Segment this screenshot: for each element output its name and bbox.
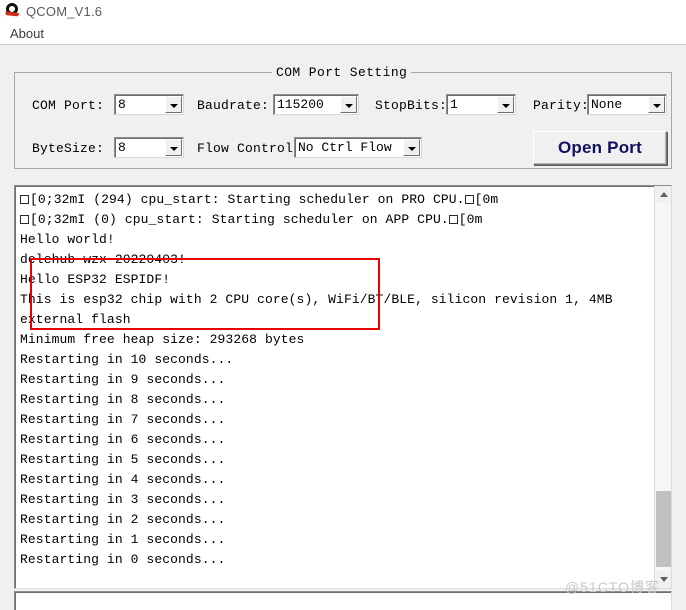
terminal-output-panel: [0;32mI (294) cpu_start: Starting schedu… <box>14 185 672 589</box>
scrollbar-track[interactable] <box>655 203 671 571</box>
flow-control-value: No Ctrl Flow <box>298 140 392 155</box>
terminal-line: Restarting in 4 seconds... <box>20 472 226 487</box>
terminal-line: Restarting in 5 seconds... <box>20 452 226 467</box>
escape-char-icon <box>464 195 474 204</box>
qcom-window: QCOM_V1.6 About COM Port Setting COM Por… <box>0 0 686 610</box>
terminal-line: Hello ESP32 ESPIDF! <box>20 272 171 287</box>
menu-item-about[interactable]: About <box>0 25 52 42</box>
stopbits-combo[interactable]: 1 <box>446 94 516 115</box>
terminal-output[interactable]: [0;32mI (294) cpu_start: Starting schedu… <box>15 186 655 588</box>
chevron-down-icon[interactable] <box>165 139 182 156</box>
open-port-button[interactable]: Open Port <box>533 131 667 165</box>
com-port-combo[interactable]: 8 <box>114 94 184 115</box>
escape-char-icon <box>448 215 458 224</box>
parity-combo[interactable]: None <box>587 94 667 115</box>
terminal-line: [0;32mI (294) cpu_start: Starting schedu… <box>20 190 653 210</box>
escape-char-icon <box>20 195 29 204</box>
terminal-line: Restarting in 9 seconds... <box>20 372 226 387</box>
terminal-line: Restarting in 2 seconds... <box>20 512 226 527</box>
chevron-down-icon[interactable] <box>648 96 665 113</box>
stopbits-value: 1 <box>450 97 458 112</box>
terminal-line: Restarting in 8 seconds... <box>20 392 226 407</box>
send-input-box[interactable] <box>14 591 672 610</box>
terminal-line: external flash <box>20 312 131 327</box>
terminal-line: delehub wzx 20220403! <box>20 252 186 267</box>
chevron-down-icon[interactable] <box>165 96 182 113</box>
chevron-down-icon[interactable] <box>497 96 514 113</box>
parity-label: Parity: <box>533 98 590 113</box>
baudrate-value: 115200 <box>277 97 324 112</box>
escape-char-icon <box>20 215 29 224</box>
flow-control-combo[interactable]: No Ctrl Flow <box>294 137 422 158</box>
baudrate-label: Baudrate: <box>197 98 270 113</box>
terminal-line: Restarting in 3 seconds... <box>20 492 226 507</box>
scroll-down-arrow-icon[interactable] <box>655 571 671 588</box>
stopbits-label: StopBits: <box>375 98 448 113</box>
q-logo-icon <box>4 2 22 20</box>
terminal-line: Restarting in 0 seconds... <box>20 552 226 567</box>
window-title: QCOM_V1.6 <box>26 3 103 19</box>
terminal-line: Restarting in 6 seconds... <box>20 432 226 447</box>
scroll-up-arrow-icon[interactable] <box>655 186 671 203</box>
send-input-value <box>15 592 671 595</box>
client-area: COM Port Setting COM Port: 8 Baudrate: 1… <box>0 44 686 610</box>
terminal-line: Hello world! <box>20 232 115 247</box>
terminal-line: Restarting in 1 seconds... <box>20 532 226 547</box>
bytesize-combo[interactable]: 8 <box>114 137 184 158</box>
bytesize-value: 8 <box>118 140 126 155</box>
terminal-line: Restarting in 7 seconds... <box>20 412 226 427</box>
chevron-down-icon[interactable] <box>403 139 420 156</box>
baudrate-combo[interactable]: 115200 <box>273 94 359 115</box>
terminal-line: Minimum free heap size: 293268 bytes <box>20 332 305 347</box>
com-port-setting-group: COM Port Setting COM Port: 8 Baudrate: 1… <box>14 65 672 169</box>
com-port-value: 8 <box>118 97 126 112</box>
terminal-line: [0;32mI (0) cpu_start: Starting schedule… <box>20 210 653 230</box>
parity-value: None <box>591 97 623 112</box>
chevron-down-icon[interactable] <box>340 96 357 113</box>
title-bar: QCOM_V1.6 <box>0 0 686 22</box>
menu-bar: About <box>0 22 686 44</box>
terminal-line: Restarting in 10 seconds... <box>20 352 234 367</box>
com-port-label: COM Port: <box>32 98 105 113</box>
flow-control-label: Flow Control: <box>197 141 302 156</box>
terminal-vertical-scrollbar[interactable] <box>654 186 671 588</box>
terminal-line: This is esp32 chip with 2 CPU core(s), W… <box>20 292 613 307</box>
group-title: COM Port Setting <box>272 65 412 80</box>
bytesize-label: ByteSize: <box>32 141 105 156</box>
scrollbar-thumb[interactable] <box>656 491 671 567</box>
